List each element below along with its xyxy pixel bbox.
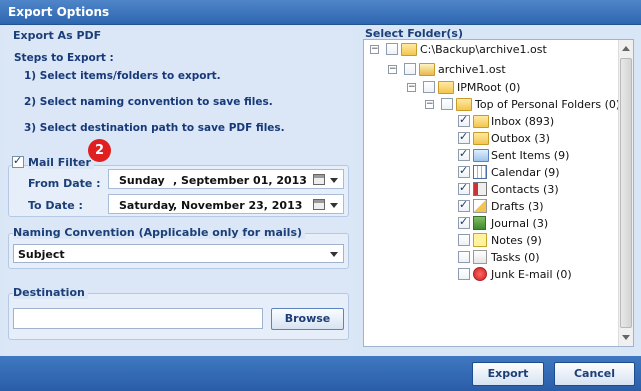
tree-label: Journal (3) [491,217,549,230]
destination-title: Destination [13,286,88,299]
scroll-down-icon[interactable] [622,335,630,340]
journal-icon [473,216,486,230]
folder-icon [456,98,472,111]
collapse-icon[interactable]: − [425,100,434,109]
destination-input[interactable] [13,308,263,329]
steps-title: Steps to Export : [14,52,114,64]
chevron-down-icon[interactable] [330,252,338,257]
tree-label: Outbox (3) [491,132,550,145]
contacts-icon [473,182,487,196]
calendar-icon[interactable] [313,174,325,185]
tree-label: Tasks (0) [491,251,540,264]
collapse-icon[interactable]: − [407,83,416,92]
tree-checkbox[interactable] [458,130,470,144]
to-date: , November 23, 2013 [173,199,303,212]
sent-items-icon [473,149,489,162]
export-title: Export As PDF [13,29,102,42]
to-date-label: To Date : [28,199,83,212]
export-button[interactable]: Export [472,362,544,386]
calendar-icon [473,165,487,179]
tree-label: Drafts (3) [491,200,544,213]
naming-title: Naming Convention (Applicable only for m… [13,226,306,239]
tree-checkbox[interactable] [404,63,416,75]
tasks-icon [473,250,487,264]
tree-checkbox[interactable] [458,113,470,127]
tree-checkbox[interactable] [458,234,470,246]
notes-icon [473,233,487,247]
scroll-thumb[interactable] [620,58,632,328]
chevron-down-icon[interactable] [330,203,338,208]
from-day: Sunday [119,174,165,187]
tree-label: Inbox (893) [491,115,555,128]
calendar-icon[interactable] [313,199,325,210]
tree-label: Sent Items (9) [491,149,570,162]
folder-icon [438,81,454,94]
collapse-icon[interactable]: − [370,45,379,54]
browse-button[interactable]: Browse [271,308,344,330]
from-date-picker[interactable]: Sunday , September 01, 2013 [108,169,344,189]
scroll-up-icon[interactable] [622,46,630,51]
tree-checkbox[interactable] [458,215,470,229]
tree-label: Calendar (9) [491,166,560,179]
to-day: Saturday [119,199,175,212]
window-title: Export Options [8,5,110,19]
mail-filter-checkbox[interactable] [12,154,24,168]
to-date-picker[interactable]: Saturday , November 23, 2013 [108,194,344,214]
tree-label: Contacts (3) [491,183,559,196]
title-bar: Export Options [0,0,641,25]
tree-label: archive1.ost [438,63,506,76]
step-3: 3) Select destination path to save PDF f… [24,122,285,134]
cancel-button[interactable]: Cancel [554,362,635,386]
naming-select[interactable]: Subject [13,244,344,263]
tree-checkbox[interactable] [423,81,435,93]
tree-label: Junk E-mail (0) [491,268,572,281]
step-1: 1) Select items/folders to export. [24,70,221,82]
tree-checkbox[interactable] [458,181,470,195]
folder-open-icon [401,43,417,56]
collapse-icon[interactable]: − [388,65,397,74]
footer-bar: Export Cancel [0,356,641,391]
inbox-icon [473,115,489,128]
tree-checkbox[interactable] [458,147,470,161]
tree-label: Notes (9) [491,234,542,247]
drafts-icon [473,199,487,213]
tree-label: Top of Personal Folders (0) [475,98,621,111]
chevron-down-icon[interactable] [330,178,338,183]
outbox-icon [473,132,489,145]
mail-filter-label: Mail Filter [28,156,94,169]
step-badge: 2 [88,139,111,162]
tree-label: C:\Backup\archive1.ost [420,43,547,56]
tree-checkbox[interactable] [458,268,470,280]
tree-checkbox[interactable] [386,43,398,55]
tree-label: IPMRoot (0) [457,81,521,94]
pst-file-icon [419,63,435,76]
junk-email-icon [473,267,487,281]
tree-checkbox[interactable] [458,198,470,212]
tree-checkbox[interactable] [458,251,470,263]
naming-value: Subject [18,248,65,261]
from-date-label: From Date : [28,177,101,190]
tree-scrollbar[interactable] [618,40,633,346]
step-2: 2) Select naming convention to save file… [24,96,273,108]
tree-checkbox[interactable] [441,98,453,110]
from-date: , September 01, 2013 [173,174,307,187]
tree-checkbox[interactable] [458,164,470,178]
